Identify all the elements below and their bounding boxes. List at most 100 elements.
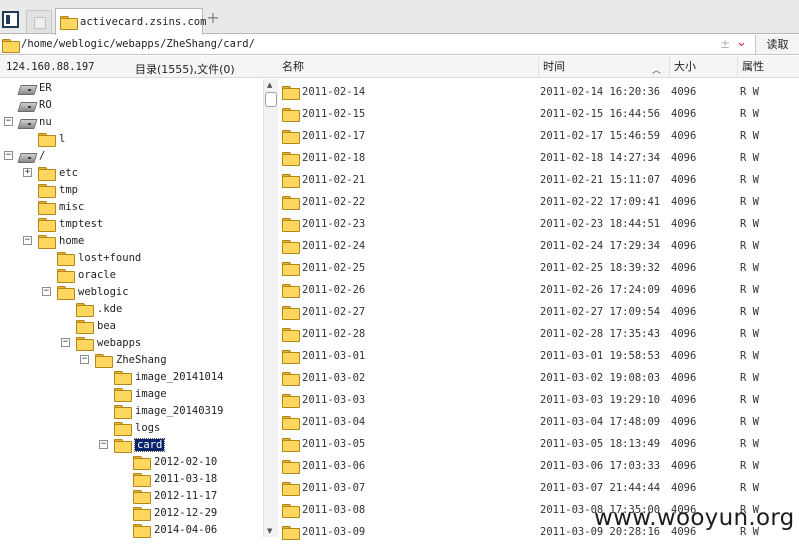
collapse-icon[interactable]: − <box>80 355 89 364</box>
file-row[interactable]: 2011-02-28 2011-02-28 17:35:43 4096 R W <box>278 323 799 345</box>
file-name-cell: 2011-02-17 <box>282 125 365 147</box>
tree-item[interactable]: logs <box>114 419 160 436</box>
file-row[interactable]: 2011-03-01 2011-03-01 19:58:53 4096 R W <box>278 345 799 367</box>
file-name: 2011-03-08 <box>302 504 366 516</box>
column-name[interactable]: 名称 <box>278 56 540 78</box>
file-size: 4096 <box>671 108 697 120</box>
file-time: 2011-02-24 17:29:34 <box>540 240 661 252</box>
file-row[interactable]: 2011-02-23 2011-02-23 18:44:51 4096 R W <box>278 213 799 235</box>
tree-item[interactable]: bea <box>76 317 116 334</box>
scroll-up-icon[interactable]: ▲ <box>267 81 272 89</box>
file-row[interactable]: 2011-02-15 2011-02-15 16:44:56 4096 R W <box>278 103 799 125</box>
tree-item[interactable]: tmp <box>38 181 78 198</box>
tab-active[interactable]: activecard.zsins.com <box>55 8 206 35</box>
collapse-icon[interactable]: − <box>4 117 13 126</box>
file-row[interactable]: 2011-02-26 2011-02-26 17:24:09 4096 R W <box>278 279 799 301</box>
tree-item[interactable]: 2012-02-10 <box>133 453 217 470</box>
chevron-down-icon[interactable]: ⌄ <box>736 35 747 50</box>
read-button[interactable]: 读取 <box>755 35 799 54</box>
folder-icon <box>2 39 20 53</box>
column-attr[interactable]: 属性 <box>737 56 799 78</box>
tree-item[interactable]: image <box>114 385 167 402</box>
tree-scrollbar[interactable]: ▲ ▼ <box>263 79 278 537</box>
tree-item[interactable]: etc <box>38 164 78 181</box>
file-row[interactable]: 2011-02-24 2011-02-24 17:29:34 4096 R W <box>278 235 799 257</box>
expand-icon[interactable]: + <box>23 168 32 177</box>
tree-item[interactable]: 2012-12-29 <box>133 504 217 521</box>
file-time: 2011-02-15 16:44:56 <box>540 108 661 120</box>
tree-item[interactable]: weblogic <box>57 283 129 300</box>
file-name-cell: 2011-02-22 <box>282 191 365 213</box>
pin-icon[interactable]: ± <box>720 37 730 51</box>
file-row[interactable]: 2011-02-14 2011-02-14 16:20:36 4096 R W <box>278 81 799 103</box>
folder-icon <box>57 251 75 266</box>
tree-item[interactable]: RO <box>19 96 52 113</box>
file-name-cell: 2011-03-04 <box>282 411 365 433</box>
tree-item-label: .kde <box>97 302 123 315</box>
file-row[interactable]: 2011-02-22 2011-02-22 17:09:41 4096 R W <box>278 191 799 213</box>
tree-item[interactable]: ER <box>19 79 52 96</box>
file-row[interactable]: 2011-03-07 2011-03-07 21:44:44 4096 R W <box>278 477 799 499</box>
folder-icon <box>60 16 78 30</box>
tree-item[interactable]: nu <box>19 113 52 130</box>
tree-item[interactable]: 2014-04-06 <box>133 521 217 538</box>
file-attr: R W <box>740 482 759 494</box>
file-row[interactable]: 2011-03-05 2011-03-05 18:13:49 4096 R W <box>278 433 799 455</box>
file-time: 2011-03-01 19:58:53 <box>540 350 661 362</box>
tree-item-label: logs <box>135 421 161 434</box>
collapse-icon[interactable]: − <box>42 287 51 296</box>
tree-item[interactable]: image_20140319 <box>114 402 224 419</box>
tree-item[interactable]: lost+found <box>57 249 141 266</box>
tree-item[interactable]: .kde <box>76 300 122 317</box>
tree-item[interactable]: webapps <box>76 334 141 351</box>
tree-item-label: RO <box>39 98 52 111</box>
scroll-down-icon[interactable]: ▼ <box>267 527 272 535</box>
file-row[interactable]: 2011-03-02 2011-03-02 19:08:03 4096 R W <box>278 367 799 389</box>
file-row[interactable]: 2011-03-04 2011-03-04 17:48:09 4096 R W <box>278 411 799 433</box>
collapse-icon[interactable]: − <box>61 338 70 347</box>
tree-item[interactable]: oracle <box>57 266 116 283</box>
collapse-icon[interactable]: − <box>99 440 108 449</box>
server-ip: 124.160.88.197 <box>6 61 95 73</box>
tree-item[interactable]: / <box>19 147 45 164</box>
address-input[interactable]: /home/weblogic/webapps/ZheShang/card/ <box>21 38 255 50</box>
tree-item-label: ZheShang <box>116 353 167 366</box>
folder-icon <box>282 350 300 364</box>
tree-item[interactable]: 2011-03-18 <box>133 470 217 487</box>
tree-item[interactable]: 2012-11-17 <box>133 487 217 504</box>
collapse-icon[interactable]: − <box>4 151 13 160</box>
tree-item[interactable]: misc <box>38 198 84 215</box>
file-row[interactable]: 2011-03-03 2011-03-03 19:29:10 4096 R W <box>278 389 799 411</box>
tree-item[interactable]: card <box>114 436 166 453</box>
file-row[interactable]: 2011-02-18 2011-02-18 14:27:34 4096 R W <box>278 147 799 169</box>
column-time[interactable]: 时间 ︿ <box>538 56 669 78</box>
folder-icon <box>38 217 56 232</box>
file-attr: R W <box>740 460 759 472</box>
tree-item[interactable]: home <box>38 232 84 249</box>
new-tab-button[interactable]: + <box>206 10 220 26</box>
tree-item-label: 2014-04-06 <box>154 523 218 536</box>
folder-icon <box>114 370 132 385</box>
file-row[interactable]: 2011-02-21 2011-02-21 15:11:07 4096 R W <box>278 169 799 191</box>
file-attr: R W <box>740 86 759 98</box>
file-size: 4096 <box>671 328 697 340</box>
tree-item-label: nu <box>39 115 52 128</box>
scroll-thumb[interactable] <box>265 92 277 107</box>
panel-toggle-button[interactable] <box>2 11 19 28</box>
file-row[interactable]: 2011-02-27 2011-02-27 17:09:54 4096 R W <box>278 301 799 323</box>
tree-item[interactable]: ZheShang <box>95 351 167 368</box>
tree-item-label: image_20141014 <box>135 370 224 383</box>
tree-item[interactable]: tmptest <box>38 215 103 232</box>
file-row[interactable]: 2011-02-17 2011-02-17 15:46:59 4096 R W <box>278 125 799 147</box>
tree-item[interactable]: l <box>38 130 65 147</box>
collapse-icon[interactable]: − <box>23 236 32 245</box>
tree-item[interactable]: image_20141014 <box>114 368 224 385</box>
file-size: 4096 <box>671 416 697 428</box>
file-row[interactable]: 2011-02-25 2011-02-25 18:39:32 4096 R W <box>278 257 799 279</box>
column-size[interactable]: 大小 <box>669 56 737 78</box>
tab-blank[interactable] <box>26 10 52 33</box>
file-row[interactable]: 2011-03-06 2011-03-06 17:03:33 4096 R W <box>278 455 799 477</box>
folder-icon <box>282 284 300 298</box>
file-name-cell: 2011-02-28 <box>282 323 365 345</box>
file-attr: R W <box>740 328 759 340</box>
